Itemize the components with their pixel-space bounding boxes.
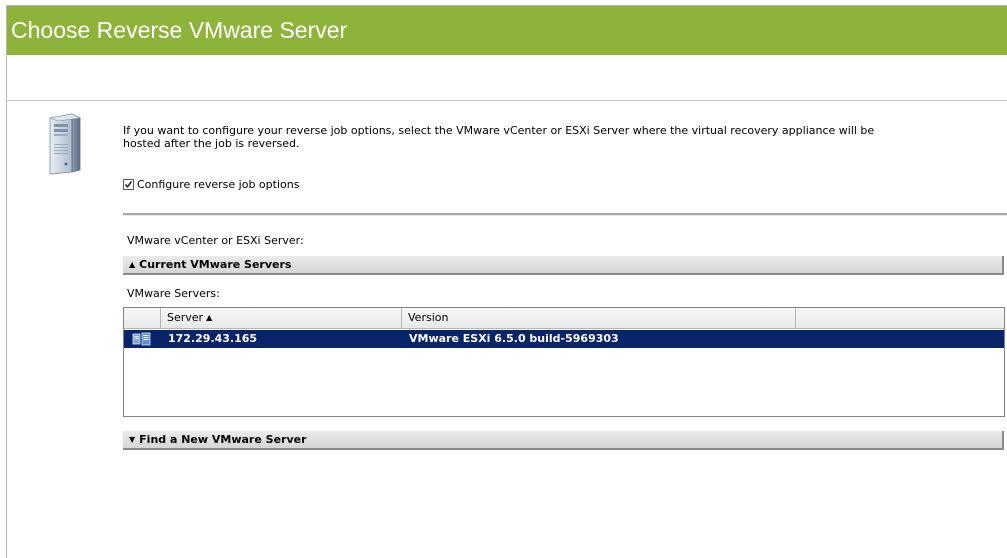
vmware-servers-grid[interactable]: Server ▲ Version 172.29.43.165 VMware ESX… [123,307,1005,417]
expand-arrow-icon: ▼ [129,435,136,444]
configure-reverse-options-checkbox[interactable] [123,179,134,190]
column-header-version[interactable]: Version [402,308,796,329]
sort-ascending-icon: ▲ [206,313,213,322]
configure-reverse-options-label[interactable]: Configure reverse job options [137,178,299,191]
configure-reverse-options-row[interactable]: Configure reverse job options [123,178,299,191]
page-title: Choose Reverse VMware Server [11,17,348,43]
column-header-empty[interactable] [796,308,1004,329]
header-divider [7,100,1007,101]
find-new-vmware-server-header[interactable]: ▼ Find a New VMware Server [123,431,1004,450]
find-new-vmware-server-title: Find a New VMware Server [139,433,307,446]
version-cell: VMware ESXi 6.5.0 build-5969303 [409,332,619,345]
intro-description: If you want to configure your reverse jo… [123,124,875,150]
vmware-servers-label: VMware Servers: [127,287,220,300]
grid-header: Server ▲ Version [124,308,1004,329]
empty-cell [796,330,1004,348]
server-cell: 172.29.43.165 [168,332,258,345]
table-row[interactable]: 172.29.43.165 VMware ESXi 6.5.0 build-59… [124,330,1004,348]
collapse-arrow-icon: ▲ [129,260,136,269]
current-vmware-servers-header[interactable]: ▲ Current VMware Servers [123,256,1004,275]
column-header-server[interactable]: Server ▲ [161,308,402,329]
column-header-icon[interactable] [124,308,161,329]
page-header: Choose Reverse VMware Server [7,6,1007,55]
page-frame [6,5,1007,558]
checkmark-icon [124,181,133,188]
vmware-host-icon [124,330,161,348]
section-divider [123,213,1007,216]
server-tower-icon [48,112,82,178]
current-vmware-servers-title: Current VMware Servers [139,258,292,271]
vcenter-esxi-label: VMware vCenter or ESXi Server: [127,234,304,247]
